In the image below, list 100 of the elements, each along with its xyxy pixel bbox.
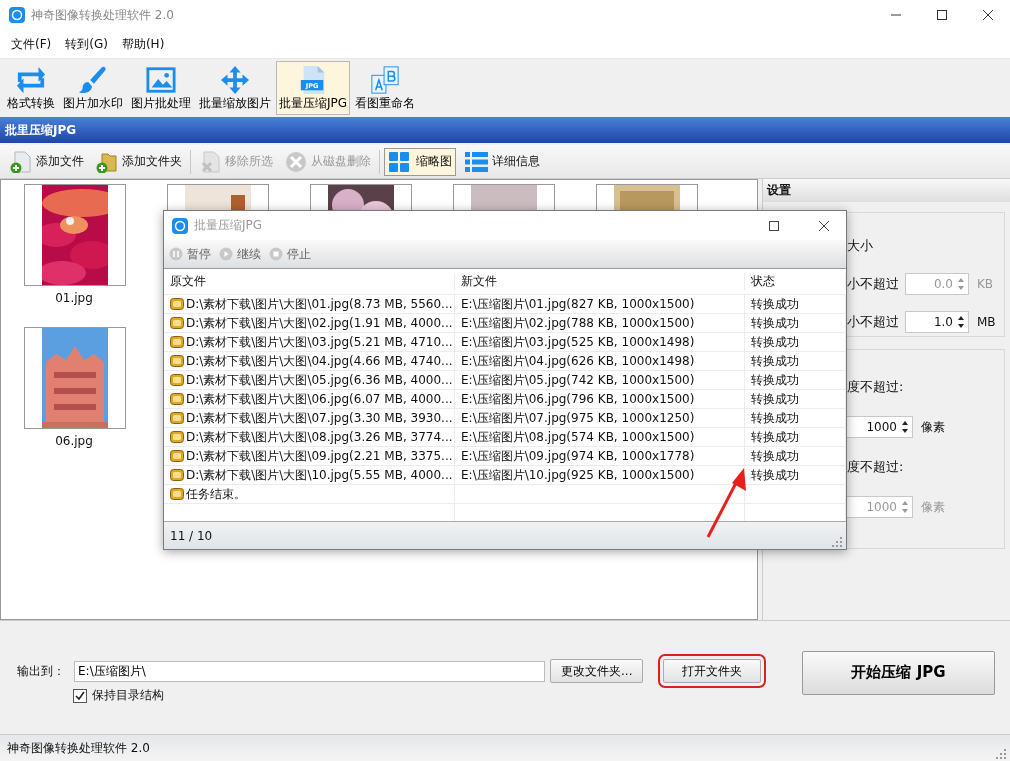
row-icon — [170, 354, 184, 368]
pause-icon — [169, 247, 183, 261]
column-header[interactable]: 原文件 — [164, 273, 455, 290]
toolbar-button[interactable]: 图片加水印 — [60, 61, 126, 115]
number-field[interactable]: 1.0 — [905, 311, 969, 333]
add-file-icon — [10, 150, 32, 173]
delete-icon — [285, 150, 307, 173]
setting-label: 小不超过 — [847, 313, 899, 331]
list-view-icon — [464, 150, 488, 173]
table-cell: 转换成功 — [745, 371, 846, 389]
table-cell: E:\压缩图片\07.jpg(975 KB, 1000x1250) — [455, 409, 745, 427]
file-name: 06.jpg — [54, 434, 94, 448]
unit-label: MB — [977, 315, 996, 329]
table-cell: E:\压缩图片\04.jpg(626 KB, 1000x1498) — [455, 352, 745, 370]
table-cell: 转换成功 — [745, 447, 846, 465]
table-cell: D:\素材下载\图片\大图\01.jpg(8.73 MB, 5560... — [186, 295, 453, 313]
table-cell: D:\素材下载\图片\大图\10.jpg(5.55 MB, 4000... — [186, 466, 453, 484]
toolbar-button[interactable]: 批量缩放图片 — [196, 61, 274, 115]
table-cell: D:\素材下载\图片\大图\03.jpg(5.21 MB, 4710... — [186, 333, 453, 351]
table-cell: E:\压缩图片\08.jpg(574 KB, 1000x1500) — [455, 428, 745, 446]
table-cell: E:\压缩图片\02.jpg(788 KB, 1000x1500) — [455, 314, 745, 332]
table-cell: 转换成功 — [745, 352, 846, 370]
maximize-icon — [936, 9, 948, 21]
table-cell: 转换成功 — [745, 314, 846, 332]
unit-label: KB — [977, 277, 994, 291]
row-icon — [170, 430, 184, 444]
table-cell: D:\素材下载\图片\大图\05.jpg(6.36 MB, 4000... — [186, 371, 453, 389]
rotate-arrows-icon — [15, 65, 47, 95]
close-icon — [982, 9, 994, 21]
table-cell: D:\素材下载\图片\大图\08.jpg(3.26 MB, 3774... — [186, 428, 453, 446]
toolbar-button[interactable]: 缩略图 — [384, 147, 456, 176]
row-icon — [170, 392, 184, 406]
row-icon — [170, 468, 184, 482]
spin-arrows-icon — [957, 315, 965, 329]
table-cell: 任务结束。 — [186, 485, 246, 503]
section-header: 批里压缩JPG — [0, 117, 1010, 143]
menu-item[interactable]: 帮助(H) — [121, 35, 165, 53]
column-header[interactable]: 新文件 — [455, 273, 745, 290]
setting-label: 大小 — [847, 237, 873, 255]
row-icon — [170, 297, 184, 311]
stop-icon — [269, 247, 283, 261]
table-cell: D:\素材下载\图片\大图\06.jpg(6.07 MB, 4000... — [186, 390, 453, 408]
spin-arrows-icon — [901, 420, 909, 434]
dialog-title: 批量压缩JPG — [194, 217, 263, 234]
toolbar-button[interactable]: 添加文件 — [6, 147, 88, 176]
table-cell: D:\素材下载\图片\大图\09.jpg(2.21 MB, 3375... — [186, 447, 453, 465]
app-icon — [172, 217, 188, 234]
add-folder-icon — [96, 150, 118, 173]
toolbar-button[interactable]: 添加文件夹 — [92, 147, 186, 176]
table-cell: 转换成功 — [745, 428, 846, 446]
file-name: 01.jpg — [54, 291, 94, 305]
table-cell: D:\素材下载\图片\大图\02.jpg(1.91 MB, 4000... — [186, 314, 453, 332]
resize-grip-icon — [832, 537, 842, 547]
status-text: 神奇图像转换处理软件 2.0 — [7, 739, 150, 757]
table-cell: E:\压缩图片\03.jpg(525 KB, 1000x1498) — [455, 333, 745, 351]
row-icon — [170, 373, 184, 387]
window-title: 神奇图像转换处理软件 2.0 — [31, 6, 174, 24]
row-icon — [170, 335, 184, 349]
table-cell: E:\压缩图片\09.jpg(974 KB, 1000x1778) — [455, 447, 745, 465]
setting-label: 度不超过: — [847, 378, 904, 396]
toolbar-button[interactable]: 格式转换 — [4, 61, 58, 115]
change-folder-button[interactable]: 更改文件夹... — [550, 659, 644, 683]
row-icon — [170, 316, 184, 330]
table-cell: D:\素材下载\图片\大图\04.jpg(4.66 MB, 4740... — [186, 352, 453, 370]
row-icon — [170, 449, 184, 463]
column-header[interactable]: 状态 — [745, 273, 846, 290]
app-icon — [9, 7, 25, 23]
checkbox-label: 保持目录结构 — [92, 687, 164, 704]
toolbar-button[interactable]: 图片批处理 — [128, 61, 194, 115]
maximize-icon — [768, 219, 780, 232]
table-cell: E:\压缩图片\01.jpg(827 KB, 1000x1500) — [455, 295, 745, 313]
unit-label: 像素 — [921, 418, 945, 436]
table-cell: 转换成功 — [745, 409, 846, 427]
image-icon — [145, 65, 177, 95]
toolbar-button[interactable]: 详细信息 — [460, 147, 544, 176]
close-icon — [818, 219, 830, 232]
path-field[interactable]: E:\压缩图片\ — [74, 660, 545, 682]
table-cell: 转换成功 — [745, 390, 846, 408]
grid-view-icon — [388, 150, 412, 173]
table-cell: 转换成功 — [745, 295, 846, 313]
menu-item[interactable]: 文件(F) — [11, 35, 52, 53]
play-icon — [219, 247, 233, 261]
table-cell: 转换成功 — [745, 333, 846, 351]
unit-label: 像素 — [921, 498, 945, 516]
brush-icon — [77, 65, 109, 95]
progress-count: 11 / 10 — [170, 528, 213, 543]
resize-grip-icon — [996, 749, 1006, 759]
remove-file-icon — [199, 150, 221, 173]
row-icon — [170, 487, 184, 501]
start-button[interactable]: 开始压缩 JPG — [802, 650, 995, 695]
table-cell: E:\压缩图片\06.jpg(796 KB, 1000x1500) — [455, 390, 745, 408]
ab-rename-icon — [369, 65, 402, 95]
menu-item[interactable]: 转到(G) — [65, 35, 108, 53]
checkbox[interactable] — [73, 688, 87, 703]
spin-arrows-icon — [957, 277, 965, 291]
panel-heading: 设置 — [763, 179, 1010, 202]
toolbar-button[interactable]: 看图重命名 — [352, 61, 419, 115]
spin-arrows-icon — [901, 500, 909, 514]
move-arrows-icon — [219, 65, 251, 95]
output-label: 输出到： — [17, 662, 66, 680]
